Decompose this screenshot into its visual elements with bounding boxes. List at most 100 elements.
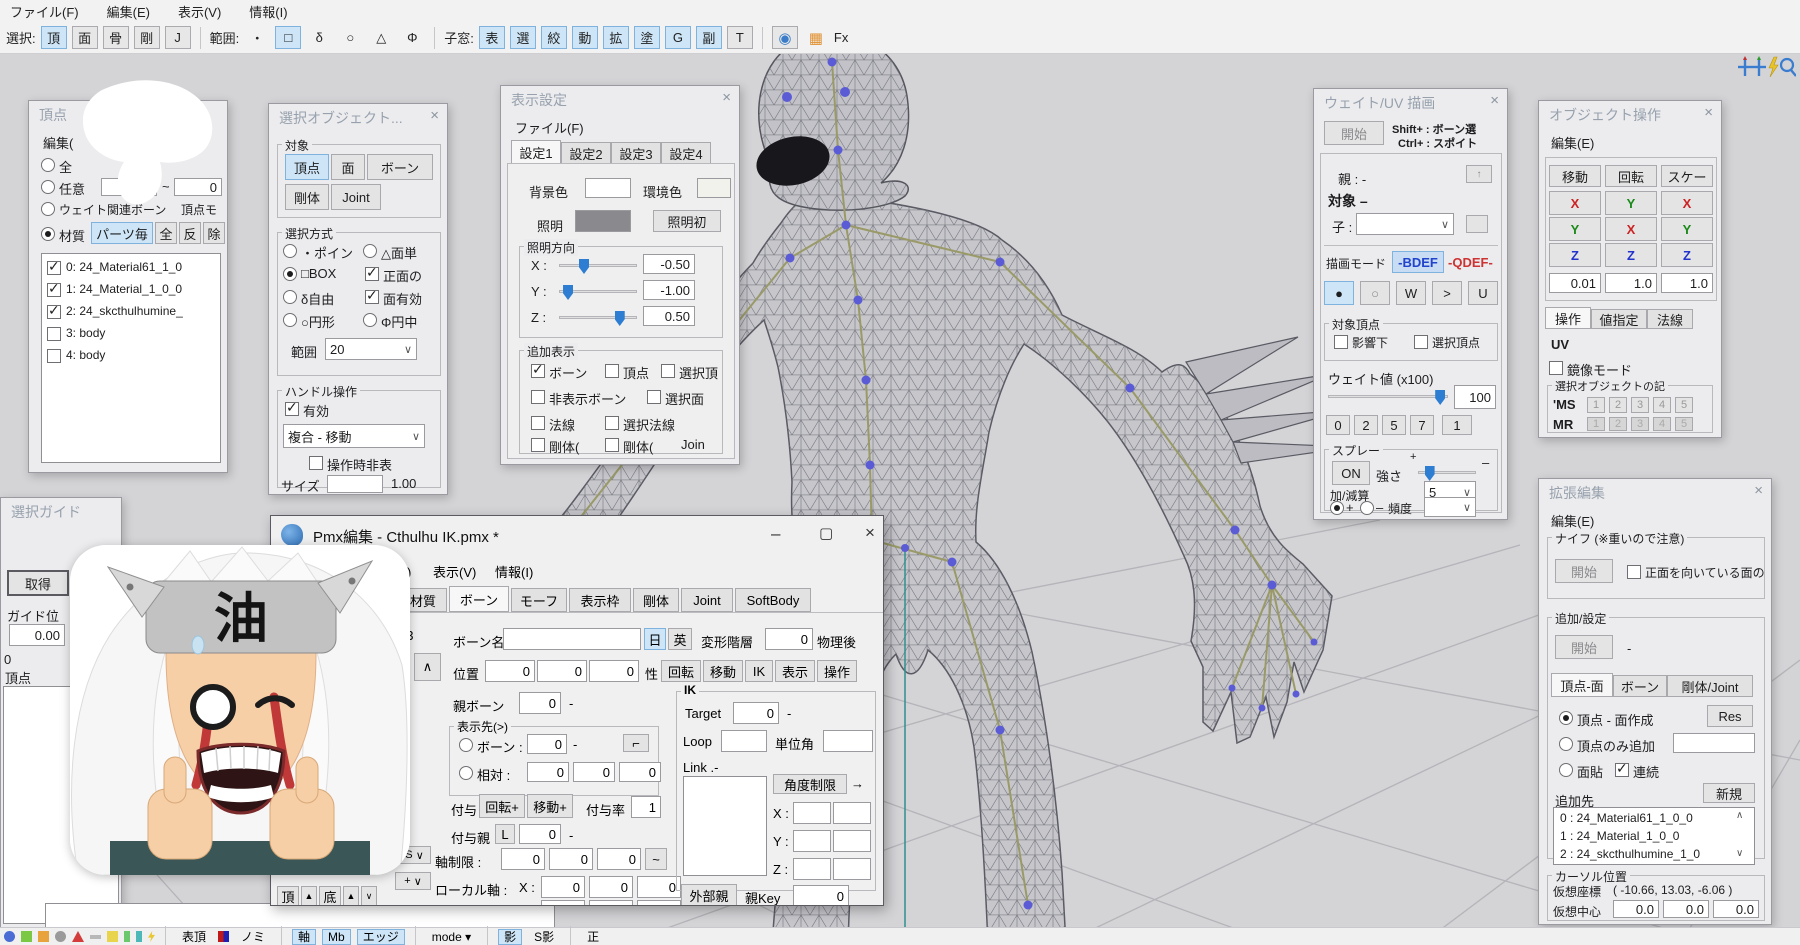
preset-25-button[interactable]: 2 [1354,415,1378,435]
check-all-button[interactable]: 全 [155,222,177,244]
uv-grid-icon[interactable]: ▦ [803,26,829,49]
ik-link-list[interactable] [683,776,767,876]
remove-button[interactable]: 除 [203,222,225,244]
range-dropdown[interactable]: 20 [325,338,417,360]
range-triangle-button[interactable]: △ [368,26,394,49]
bone-name-field[interactable] [503,628,641,650]
list-item[interactable]: 1 : 24_Material_1_0_0 [1560,829,1679,843]
zoom-gizmo-icon[interactable] [1781,59,1796,76]
show-rigid2-checkbox[interactable] [605,438,619,452]
jp-toggle-button[interactable]: 日 [644,628,666,650]
create-face-radio[interactable] [1559,711,1573,725]
center-x-field[interactable]: 0.0 [1613,900,1659,918]
rel-z-field[interactable]: 0 [619,762,661,782]
vertex-color-swatch[interactable] [218,931,229,942]
close-icon[interactable]: × [1754,482,1763,499]
tab-bone[interactable]: ボーン [449,586,509,612]
flag-rotate-button[interactable]: 回転 [661,660,701,682]
handle-mode-dropdown[interactable]: 複合 - 移動 [283,424,425,448]
y-value-field[interactable]: -1.00 [643,280,695,300]
res-button[interactable]: Res [1707,705,1753,727]
viewport-icon[interactable]: ◉ [772,26,798,49]
scale-z-button[interactable]: Z [1661,243,1713,267]
select-bone-button[interactable]: 骨 [103,26,129,49]
material-checkbox[interactable] [47,327,61,341]
mr-slot-5[interactable]: 5 [1675,417,1693,431]
child-bone-dropdown[interactable] [1356,213,1454,235]
disp-bone-field[interactable]: 0 [527,734,567,754]
view-state-icon[interactable] [4,931,15,942]
mr-slot-3[interactable]: 3 [1631,417,1649,431]
range-phi-button[interactable]: Φ [399,26,425,49]
shadow-button[interactable]: 影 [498,929,522,945]
add-radio[interactable] [1330,501,1344,515]
material-radio[interactable] [41,227,55,241]
z-value-field[interactable]: 0.50 [643,306,695,326]
show-sel-face-checkbox[interactable] [647,390,661,404]
angle-x1-field[interactable] [793,802,831,824]
dest-material-list[interactable]: 0 : 24_Material61_1_0_0 1 : 24_Material_… [1553,807,1755,865]
tab-settings1[interactable]: 設定1 [511,140,561,164]
axis-y-field[interactable]: 0 [549,848,593,870]
minimize-icon[interactable]: – [771,524,780,544]
menu-view[interactable]: 表示(V) [433,562,476,581]
material-checkbox[interactable] [47,283,61,297]
wave-icon[interactable] [90,935,101,939]
box-radio[interactable] [283,267,297,281]
close-icon[interactable]: × [1490,92,1499,109]
angle-y2-field[interactable] [833,830,871,852]
local-z3-field[interactable]: 0 [637,900,681,906]
scroll-up-button[interactable]: ∧ [414,653,441,681]
subwin-extend-button[interactable]: 拡 [603,26,629,49]
en-toggle-button[interactable]: 英 [668,628,692,650]
mr-slot-1[interactable]: 1 [1587,417,1605,431]
preset-0-button[interactable]: 0 [1326,415,1350,435]
point-radio[interactable] [283,244,297,258]
range-point-button[interactable]: ・ [244,26,270,49]
vertex-only-field[interactable] [1673,733,1755,753]
subwin-t-button[interactable]: T [727,26,753,49]
uv-label[interactable]: UV [1551,337,1569,352]
local-x3-field[interactable]: 0 [637,876,681,898]
local-x1-field[interactable]: 0 [541,876,585,898]
axis-x-field[interactable]: 0 [501,848,545,870]
guide-pos-field[interactable]: 0.00 [9,624,65,646]
pos-z-field[interactable]: 0 [589,660,639,682]
front-button[interactable]: 正 [581,929,605,945]
plus-spin-button[interactable]: + ∨ [395,872,431,890]
weight-slider[interactable] [1328,395,1448,398]
target-vertex-button[interactable]: 頂点 [285,154,329,180]
subwin-pattern-button[interactable]: 絞 [541,26,567,49]
preset-50-button[interactable]: 5 [1382,415,1406,435]
light-state-icon[interactable] [107,931,118,942]
tab-vertex-face[interactable]: 頂点-面 [1551,673,1613,697]
angle-y1-field[interactable] [793,830,831,852]
ik-loop-field[interactable] [721,730,767,752]
move-gizmo-icon[interactable] [1752,56,1766,76]
start-button[interactable]: 開始 [1324,121,1384,145]
subwin-g-button[interactable]: G [665,26,691,49]
move-y-button[interactable]: Y [1549,217,1601,241]
light-init-button[interactable]: 照明初 [653,210,721,232]
maximize-icon[interactable]: ▢ [819,524,833,542]
spray-strength-slider[interactable] [1418,471,1476,474]
target-bone-button[interactable]: ボーン [367,154,433,180]
invert-button[interactable]: 反 [179,222,201,244]
bdef-button[interactable]: -BDEF [1392,251,1444,273]
rel-x-field[interactable]: 0 [527,762,569,782]
local-x2-field[interactable]: 0 [589,876,633,898]
free-radio[interactable] [283,290,297,304]
target-face-button[interactable]: 面 [331,154,365,180]
close-icon[interactable]: × [1704,104,1713,121]
local-z1-field[interactable]: 0 [541,900,585,906]
target-icon[interactable] [55,931,66,942]
ik-target-field[interactable]: 0 [733,702,779,724]
pos-x-field[interactable]: 0 [485,660,535,682]
grant-parent-field[interactable]: 0 [519,824,561,844]
handle-enable-checkbox[interactable] [285,402,299,416]
tab-rigid-joint[interactable]: 剛体/Joint [1667,675,1753,697]
edit-menu[interactable]: 編集(E) [1551,511,1594,530]
axis-button[interactable]: 軸 [292,929,316,945]
flash-gizmo-icon[interactable] [1769,57,1778,77]
list-item[interactable]: 0: 24_Material61_1_0 [66,260,182,274]
